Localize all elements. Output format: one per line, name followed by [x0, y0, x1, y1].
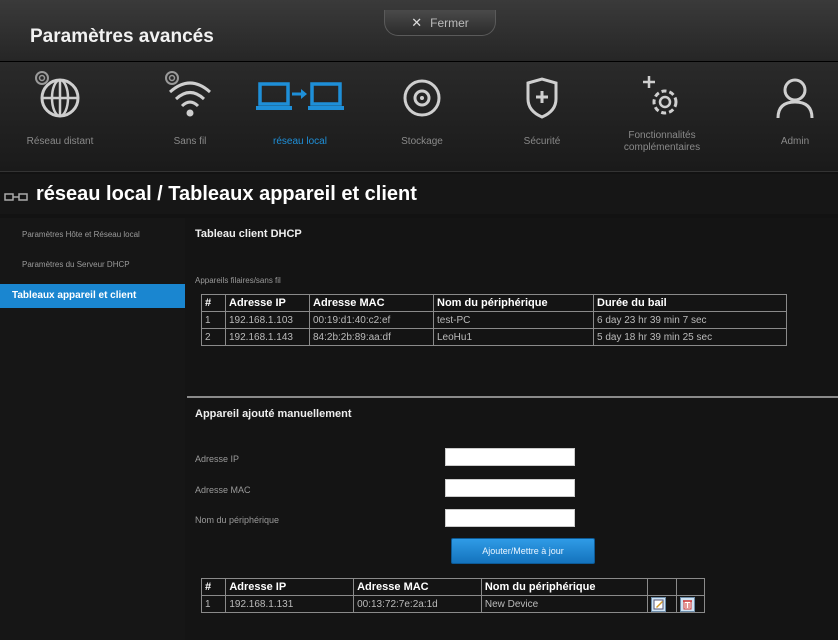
column-header: Adresse IP — [225, 294, 310, 312]
nav-label: Sans fil — [173, 136, 207, 147]
nav-item-local-network[interactable]: réseau local — [245, 70, 355, 168]
delete-icon[interactable] — [679, 596, 695, 612]
sidebar-item-host-lan[interactable]: Paramètres Hôte et Réseau local — [0, 224, 185, 246]
column-header: Adresse MAC — [309, 294, 434, 312]
local-network-icon — [250, 70, 350, 126]
page-header: réseau local / Tableaux appareil et clie… — [0, 174, 838, 214]
nav-label: Sécurité — [523, 136, 561, 147]
table-cell: 2 — [201, 328, 226, 346]
sidebar-item-device-client-tables[interactable]: Tableaux appareil et client — [0, 284, 195, 308]
device-name-label: Nom du périphérique — [195, 515, 280, 525]
nav-item-storage[interactable]: Stockage — [382, 70, 462, 168]
ip-address-input[interactable] — [445, 448, 575, 466]
nav-label: Fonctionnalités complémentaires — [623, 130, 701, 153]
gear-plus-icon — [632, 70, 692, 126]
nav-label: réseau local — [273, 136, 327, 147]
shield-icon — [512, 70, 572, 126]
table-cell: 00:13:72:7e:2a:1d — [353, 595, 482, 613]
globe-icon — [30, 70, 90, 126]
section-divider — [187, 396, 838, 398]
edit-icon[interactable] — [651, 596, 667, 612]
table-cell: 84:2b:2b:89:aa:df — [309, 328, 434, 346]
manual-device-table: # Adresse IP Adresse MAC Nom du périphér… — [200, 578, 706, 613]
nav-item-extra-features[interactable]: Fonctionnalités complémentaires — [602, 70, 722, 168]
table-cell: test-PC — [433, 311, 594, 329]
nav-label: Réseau distant — [26, 136, 94, 147]
main-nav: Réseau distant Sans fil réseau local Sto… — [0, 62, 838, 172]
storage-icon — [392, 70, 452, 126]
device-name-input[interactable] — [445, 509, 575, 527]
table-row: 1 192.168.1.131 00:13:72:7e:2a:1d New De… — [200, 595, 706, 613]
nav-item-wireless[interactable]: Sans fil — [150, 70, 230, 168]
table-header-row: # Adresse IP Adresse MAC Nom du périphér… — [201, 294, 787, 312]
column-header: # — [200, 578, 227, 596]
dhcp-client-table: # Adresse IP Adresse MAC Nom du périphér… — [201, 294, 787, 346]
table-row: 2 192.168.1.143 84:2b:2b:89:aa:df LeoHu1… — [201, 328, 787, 346]
column-header: Nom du périphérique — [480, 578, 649, 596]
main-content: Tableau client DHCP Appareils filaires/s… — [185, 218, 838, 640]
table-cell: 192.168.1.131 — [225, 595, 355, 613]
nav-item-admin[interactable]: Admin — [760, 70, 830, 168]
network-link-icon — [4, 193, 28, 201]
table-cell: 192.168.1.103 — [225, 311, 310, 329]
column-header-empty — [647, 578, 677, 596]
page-title: réseau local / Tableaux appareil et clie… — [36, 183, 417, 205]
table-cell: 1 — [200, 595, 227, 613]
ip-address-label: Adresse IP — [195, 454, 240, 464]
dhcp-section-title: Tableau client DHCP — [195, 228, 302, 240]
table-cell: 1 — [201, 311, 226, 329]
column-header: # — [201, 294, 226, 312]
close-label: Fermer — [430, 15, 469, 30]
sidebar-item-dhcp-server[interactable]: Paramètres du Serveur DHCP — [0, 254, 185, 276]
column-header: Durée du bail — [593, 294, 787, 312]
window-title: Paramètres avancés — [30, 26, 214, 47]
table-header-row: # Adresse IP Adresse MAC Nom du périphér… — [200, 578, 706, 596]
column-header-empty — [675, 578, 706, 596]
mac-address-input[interactable] — [445, 479, 575, 497]
dhcp-subtitle: Appareils filaires/sans fil — [195, 276, 281, 285]
wifi-icon — [160, 70, 220, 126]
table-cell: 00:19:d1:40:c2:ef — [309, 311, 434, 329]
sidebar: Paramètres Hôte et Réseau local Paramètr… — [0, 218, 195, 640]
column-header: Adresse IP — [225, 578, 355, 596]
manual-section-title: Appareil ajouté manuellement — [195, 408, 352, 420]
app-window: Paramètres avancés ✕ Fermer Réseau dista… — [0, 0, 838, 640]
table-cell: 192.168.1.143 — [225, 328, 310, 346]
gear-badge-icon — [35, 71, 49, 85]
nav-item-security[interactable]: Sécurité — [502, 70, 582, 168]
table-cell: LeoHu1 — [433, 328, 594, 346]
column-header: Nom du périphérique — [433, 294, 594, 312]
add-update-button[interactable]: Ajouter/Mettre à jour — [451, 538, 595, 564]
user-icon — [765, 70, 825, 126]
table-cell: 5 day 18 hr 39 min 25 sec — [593, 328, 787, 346]
title-bar: Paramètres avancés ✕ Fermer — [0, 0, 838, 62]
table-cell-action — [675, 595, 706, 613]
table-row: 1 192.168.1.103 00:19:d1:40:c2:ef test-P… — [201, 311, 787, 329]
gear-badge-icon — [165, 71, 179, 85]
close-icon: ✕ — [411, 14, 423, 30]
nav-item-remote-network[interactable]: Réseau distant — [20, 70, 100, 168]
nav-label: Admin — [780, 136, 810, 147]
table-cell: 6 day 23 hr 39 min 7 sec — [593, 311, 787, 329]
nav-label: Stockage — [401, 136, 443, 147]
column-header: Adresse MAC — [353, 578, 482, 596]
mac-address-label: Adresse MAC — [195, 485, 251, 495]
table-cell-action — [647, 595, 677, 613]
table-cell: New Device — [480, 595, 649, 613]
close-button[interactable]: ✕ Fermer — [384, 10, 496, 36]
